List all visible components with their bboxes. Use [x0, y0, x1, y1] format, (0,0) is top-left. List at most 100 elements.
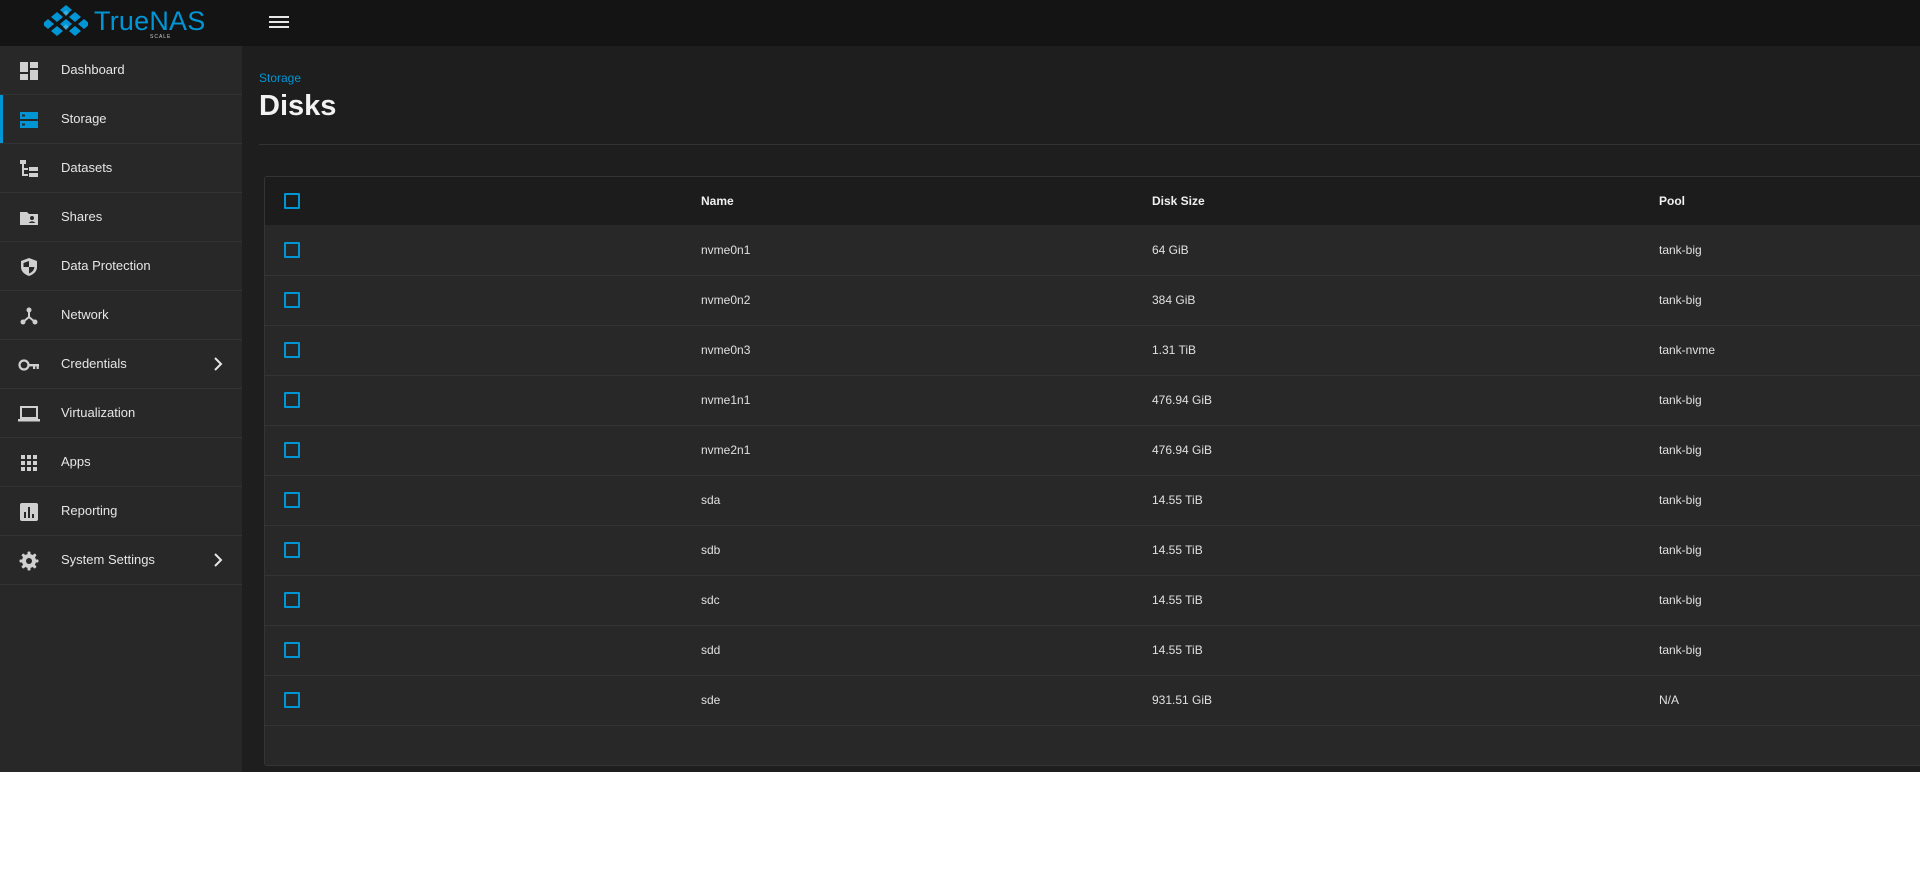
disk-name: sdc: [701, 593, 720, 607]
disk-size: 476.94 GiB: [1152, 393, 1213, 407]
table-row[interactable]: sdc 14.55 TiB tank-big: [265, 576, 1920, 626]
row-checkbox[interactable]: [284, 442, 300, 458]
disk-size: 14.55 TiB: [1152, 493, 1203, 507]
row-checkbox[interactable]: [284, 392, 300, 408]
sidebar-item-shares[interactable]: Shares: [0, 193, 242, 242]
chevron-right-icon: [210, 552, 226, 568]
disk-size: 64 GiB: [1152, 243, 1189, 257]
sidebar-item-label: Dashboard: [61, 62, 125, 77]
truenas-logo[interactable]: TrueNAS SCALE: [44, 3, 206, 40]
sidebar-item-label: Virtualization: [61, 405, 136, 420]
sidebar-item-virtualization[interactable]: Virtualization: [0, 389, 242, 438]
sidebar: Dashboard Storage Datasets Shares Data P…: [0, 46, 242, 772]
sidebar-item-data-protection[interactable]: Data Protection: [0, 242, 242, 291]
row-checkbox[interactable]: [284, 492, 300, 508]
disk-name: nvme1n1: [701, 393, 751, 407]
row-checkbox[interactable]: [284, 692, 300, 708]
disk-size: 384 GiB: [1152, 293, 1196, 307]
row-checkbox[interactable]: [284, 542, 300, 558]
disk-name: nvme2n1: [701, 443, 751, 457]
sidebar-item-label: Credentials: [61, 356, 127, 371]
disk-pool: tank-big: [1659, 593, 1702, 607]
sidebar-item-dashboard[interactable]: Dashboard: [0, 46, 242, 95]
column-header-name[interactable]: Name: [701, 177, 734, 225]
row-checkbox[interactable]: [284, 292, 300, 308]
disk-name: sdd: [701, 643, 721, 657]
table-row[interactable]: sdb 14.55 TiB tank-big: [265, 526, 1920, 576]
sidebar-item-label: Reporting: [61, 503, 118, 518]
disk-pool: tank-big: [1659, 243, 1702, 257]
network-icon: [18, 305, 40, 327]
disk-size: 14.55 TiB: [1152, 643, 1203, 657]
brand-edition: SCALE: [150, 34, 172, 40]
row-checkbox[interactable]: [284, 642, 300, 658]
sidebar-item-apps[interactable]: Apps: [0, 438, 242, 487]
sidebar-item-system-settings[interactable]: System Settings: [0, 536, 242, 585]
sidebar-item-label: Storage: [61, 111, 107, 126]
table-row[interactable]: nvme0n2 384 GiB tank-big: [265, 276, 1920, 326]
shield-icon: [18, 256, 40, 278]
table-row[interactable]: nvme0n1 64 GiB tank-big: [265, 226, 1920, 276]
brand-name: TrueNAS: [94, 6, 206, 36]
disk-pool: tank-big: [1659, 493, 1702, 507]
gear-icon: [18, 550, 40, 572]
disk-size: 931.51 GiB: [1152, 693, 1213, 707]
laptop-icon: [18, 403, 40, 425]
disk-name: sda: [701, 493, 721, 507]
chevron-right-icon: [210, 356, 226, 372]
sidebar-item-label: Apps: [61, 454, 91, 469]
disk-size: 14.55 TiB: [1152, 543, 1203, 557]
apps-grid-icon: [18, 452, 40, 474]
table-row[interactable]: sdd 14.55 TiB tank-big: [265, 626, 1920, 676]
sidebar-item-label: Datasets: [61, 160, 113, 175]
app-window: TrueNAS SCALE Dashboard Storage Datasets…: [0, 0, 1920, 772]
sidebar-item-datasets[interactable]: Datasets: [0, 144, 242, 193]
disk-pool: tank-big: [1659, 293, 1702, 307]
sidebar-item-credentials[interactable]: Credentials: [0, 340, 242, 389]
top-bar: TrueNAS SCALE: [0, 0, 1920, 46]
sidebar-item-network[interactable]: Network: [0, 291, 242, 340]
disks-table: Name Disk Size Pool nvme0n1 64 GiB tank-…: [264, 176, 1920, 766]
sidebar-item-storage[interactable]: Storage: [0, 95, 242, 144]
disk-size: 476.94 GiB: [1152, 443, 1213, 457]
hamburger-icon: [269, 16, 289, 28]
table-row[interactable]: nvme0n3 1.31 TiB tank-nvme: [265, 326, 1920, 376]
sidebar-item-label: Network: [61, 307, 109, 322]
table-row[interactable]: sda 14.55 TiB tank-big: [265, 476, 1920, 526]
row-checkbox[interactable]: [284, 242, 300, 258]
disk-pool: tank-nvme: [1659, 343, 1716, 357]
row-checkbox[interactable]: [284, 342, 300, 358]
column-header-disk-size[interactable]: Disk Size: [1152, 177, 1205, 225]
column-header-pool[interactable]: Pool: [1659, 177, 1685, 225]
key-icon: [18, 354, 40, 376]
sidebar-item-label: Data Protection: [61, 258, 151, 273]
page-title: Disks: [259, 90, 337, 122]
disk-name: nvme0n1: [701, 243, 751, 257]
main-content: Storage Disks Name Disk Size Pool nvme0n…: [242, 46, 1920, 772]
datasets-icon: [18, 158, 40, 180]
table-row[interactable]: sde 931.51 GiB N/A: [265, 676, 1920, 726]
disk-size: 14.55 TiB: [1152, 593, 1203, 607]
disk-name: sdb: [701, 543, 721, 557]
breadcrumb-storage[interactable]: Storage: [259, 71, 301, 85]
row-checkbox[interactable]: [284, 592, 300, 608]
dashboard-icon: [18, 60, 40, 82]
table-row[interactable]: nvme1n1 476.94 GiB tank-big: [265, 376, 1920, 426]
disk-name: nvme0n2: [701, 293, 751, 307]
truenas-logo-icon: [44, 5, 88, 36]
disk-name: nvme0n3: [701, 343, 751, 357]
hamburger-menu-button[interactable]: [266, 10, 292, 34]
sidebar-item-label: System Settings: [61, 552, 155, 567]
disk-name: sde: [701, 693, 721, 707]
disk-size: 1.31 TiB: [1152, 343, 1197, 357]
table-header: Name Disk Size Pool: [265, 177, 1920, 225]
header-divider: [259, 144, 1920, 145]
table-row[interactable]: nvme2n1 476.94 GiB tank-big: [265, 426, 1920, 476]
select-all-checkbox[interactable]: [284, 193, 300, 209]
sidebar-item-reporting[interactable]: Reporting: [0, 487, 242, 536]
disk-pool: tank-big: [1659, 543, 1702, 557]
disk-pool: tank-big: [1659, 443, 1702, 457]
disk-pool: tank-big: [1659, 643, 1702, 657]
storage-icon: [18, 109, 40, 131]
reporting-icon: [18, 501, 40, 523]
